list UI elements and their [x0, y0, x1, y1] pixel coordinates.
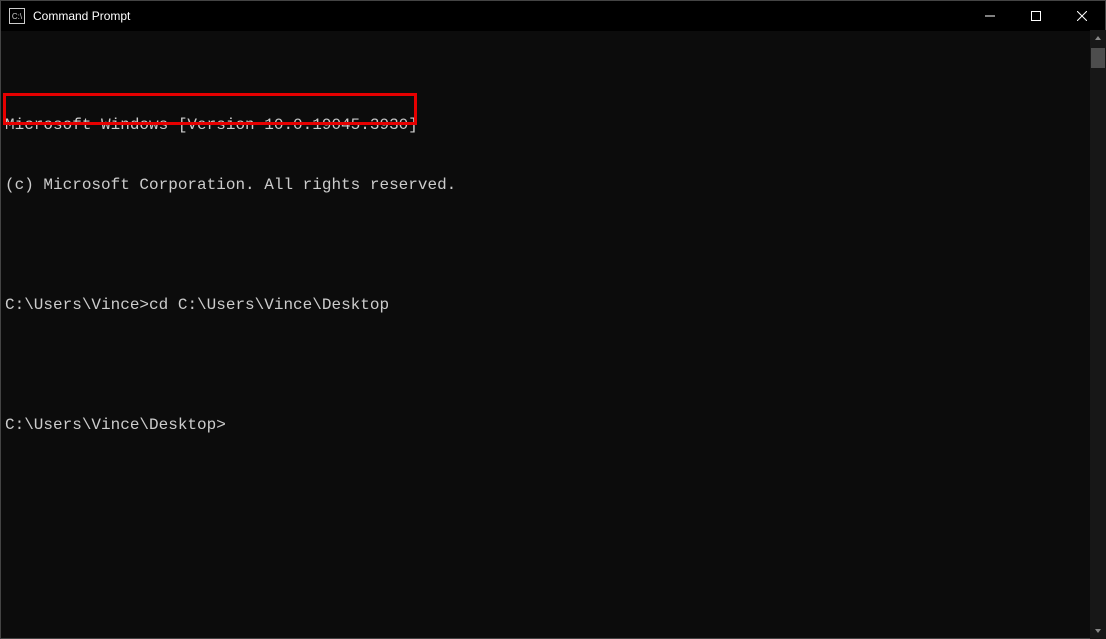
- terminal-line: [5, 355, 1101, 375]
- titlebar-left: C:\ Command Prompt: [1, 8, 130, 24]
- close-button[interactable]: [1059, 1, 1105, 31]
- command-prompt-window: C:\ Command Prompt Microsoft Windows [Ve…: [0, 0, 1106, 639]
- scroll-thumb[interactable]: [1091, 48, 1105, 68]
- maximize-button[interactable]: [1013, 1, 1059, 31]
- scroll-up-arrow-icon[interactable]: [1090, 30, 1106, 46]
- vertical-scrollbar[interactable]: [1090, 30, 1106, 639]
- terminal-line: (c) Microsoft Corporation. All rights re…: [5, 175, 1101, 195]
- prompt-text: C:\Users\Vince>: [5, 296, 149, 314]
- scroll-down-arrow-icon[interactable]: [1090, 623, 1106, 639]
- minimize-button[interactable]: [967, 1, 1013, 31]
- command-text: cd C:\Users\Vince\Desktop: [149, 296, 389, 314]
- terminal-line: C:\Users\Vince\Desktop>: [5, 415, 1101, 435]
- terminal-line: Microsoft Windows [Version 10.0.19045.39…: [5, 115, 1101, 135]
- titlebar[interactable]: C:\ Command Prompt: [1, 1, 1105, 31]
- window-title: Command Prompt: [33, 9, 130, 23]
- terminal-content: Microsoft Windows [Version 10.0.19045.39…: [5, 75, 1101, 475]
- prompt-text: C:\Users\Vince\Desktop>: [5, 416, 226, 434]
- terminal-line: C:\Users\Vince>cd C:\Users\Vince\Desktop: [5, 295, 1101, 315]
- terminal-line: [5, 235, 1101, 255]
- cmd-icon: C:\: [9, 8, 25, 24]
- terminal-area[interactable]: Microsoft Windows [Version 10.0.19045.39…: [1, 31, 1105, 638]
- window-controls: [967, 1, 1105, 31]
